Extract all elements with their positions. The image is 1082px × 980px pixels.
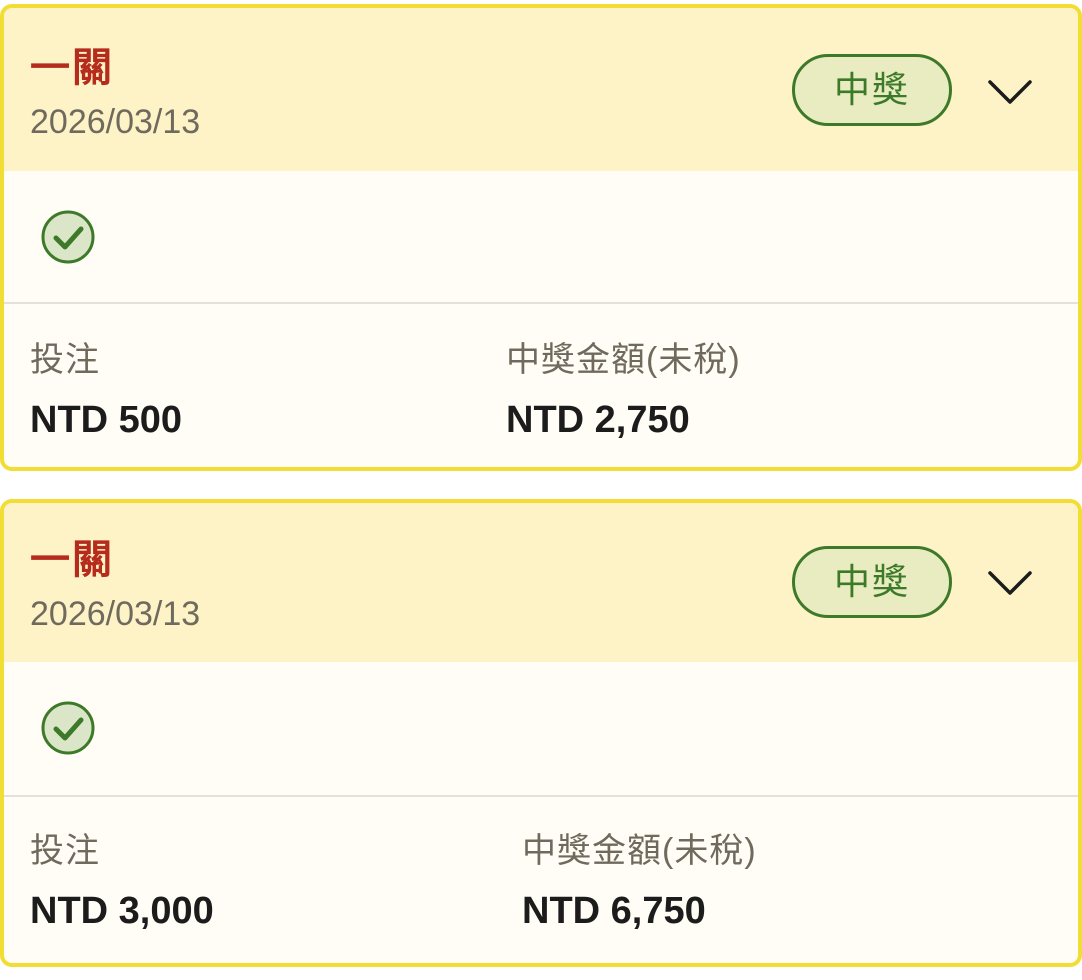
bet-record-card: 一關 2026/03/13 中獎 投注 NTD 3,000 中獎金額(未稅) N… — [0, 499, 1082, 967]
payout-value: NTD 6,750 — [522, 890, 706, 932]
bet-record-card: 一關 2026/03/13 中獎 投注 NTD 500 中獎金額(未稅) NTD… — [0, 4, 1082, 471]
payout-label: 中獎金額(未稅) — [522, 832, 757, 870]
stake-label: 投注 — [30, 832, 100, 870]
status-badge: 中獎 — [792, 54, 952, 126]
pick-row — [4, 662, 1078, 797]
status-badge: 中獎 — [792, 546, 952, 618]
check-circle-icon — [40, 700, 96, 756]
pick-row — [4, 171, 1078, 304]
payout-label: 中獎金額(未稅) — [506, 341, 741, 379]
chevron-down-icon[interactable] — [980, 68, 1040, 116]
check-circle-icon — [40, 209, 96, 265]
bet-date: 2026/03/13 — [30, 103, 201, 141]
bet-date: 2026/03/13 — [30, 595, 201, 633]
stake-label: 投注 — [30, 341, 100, 379]
payout-value: NTD 2,750 — [506, 399, 690, 441]
stake-value: NTD 500 — [30, 399, 183, 441]
game-name: 一關 — [30, 538, 114, 582]
bet-card-header[interactable]: 一關 2026/03/13 中獎 — [4, 8, 1078, 171]
stake-value: NTD 3,000 — [30, 890, 214, 932]
game-name: 一關 — [30, 46, 114, 90]
chevron-down-icon[interactable] — [980, 559, 1040, 607]
bet-card-header[interactable]: 一關 2026/03/13 中獎 — [4, 503, 1078, 662]
